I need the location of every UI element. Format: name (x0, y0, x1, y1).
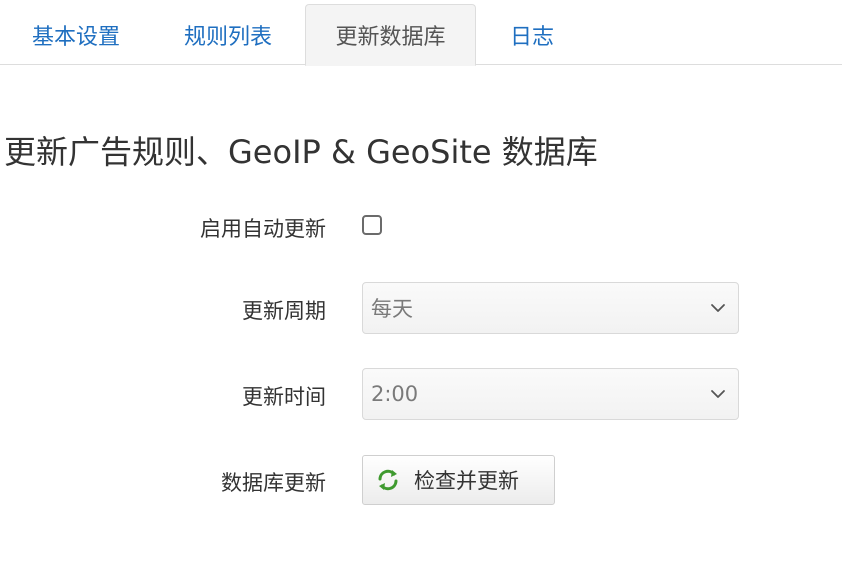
tab-update-database-label: 更新数据库 (335, 25, 446, 50)
update-period-select[interactable]: 每天 (362, 282, 739, 334)
update-time-label: 更新时间 (242, 385, 326, 409)
tab-basic-settings-label: 基本设置 (31, 24, 120, 50)
chevron-down-icon (711, 304, 725, 312)
check-and-update-button[interactable]: 检查并更新 (362, 455, 555, 505)
chevron-down-icon (711, 390, 725, 398)
refresh-icon (378, 469, 398, 491)
update-time-value: 2:00 (371, 382, 419, 406)
tab-log-label: 日志 (509, 24, 554, 50)
update-period-value: 每天 (371, 297, 413, 321)
update-database-page: 基本设置 规则列表 更新数据库 日志 更新广告规则、GeoIP & GeoSit… (0, 0, 842, 569)
update-period-label: 更新周期 (242, 299, 326, 323)
tab-log[interactable]: 日志 (476, 4, 588, 65)
auto-update-checkbox[interactable] (362, 215, 382, 235)
tab-basic-settings[interactable]: 基本设置 (0, 4, 152, 65)
update-time-select[interactable]: 2:00 (362, 368, 739, 420)
section-title: 更新广告规则、GeoIP & GeoSite 数据库 (4, 133, 598, 171)
tab-bar: 基本设置 规则列表 更新数据库 日志 (0, 0, 842, 66)
database-update-label: 数据库更新 (221, 471, 326, 495)
tab-rule-list-label: 规则列表 (183, 24, 272, 50)
tab-update-database[interactable]: 更新数据库 (305, 4, 476, 66)
check-and-update-label: 检查并更新 (414, 469, 519, 493)
tab-rule-list[interactable]: 规则列表 (152, 4, 304, 65)
auto-update-label: 启用自动更新 (200, 217, 326, 241)
